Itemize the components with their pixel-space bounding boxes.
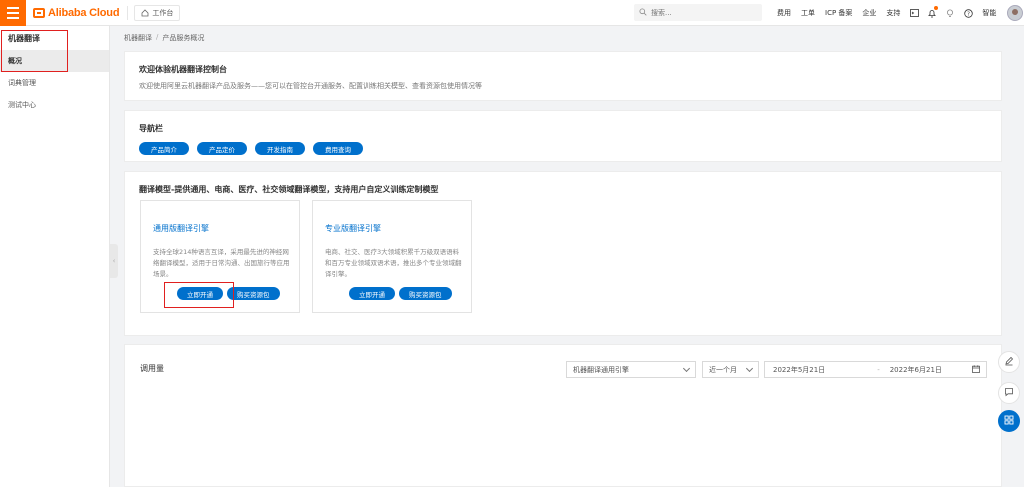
sidebar-item-test-center[interactable]: 测试中心 (0, 94, 109, 116)
engine-name: 通用版翻译引擎 (153, 224, 209, 233)
engine-description: 电商、社交、医疗3大领域积累千万级双语语料和百万专业领域双语术语，推出多个专业领… (325, 248, 462, 278)
brand-name: Alibaba Cloud (48, 6, 120, 19)
engine-actions: 立即开通 购买资源包 (349, 287, 452, 300)
sidebar-item-label: 测试中心 (8, 101, 36, 109)
brand-logo[interactable]: Alibaba Cloud (33, 6, 120, 19)
chevron-down-icon (745, 364, 754, 372)
notification-badge (934, 5, 939, 10)
calendar-icon[interactable] (972, 364, 980, 375)
welcome-title: 欢迎体验机器翻译控制台 (139, 65, 227, 74)
period-select[interactable]: 近一个月 (702, 361, 759, 378)
breadcrumb-root[interactable]: 机器翻译 (124, 33, 152, 43)
alibaba-cloud-logo-icon (33, 7, 45, 18)
welcome-card: 欢迎体验机器翻译控制台 欢迎使用阿里云机器翻译产品及服务——您可以在管控台开通服… (124, 51, 1002, 101)
activate-button[interactable]: 立即开通 (349, 287, 395, 300)
notification-bell-icon[interactable] (925, 5, 939, 18)
workbench-label: 工作台 (152, 8, 174, 17)
navigation-title: 导航栏 (139, 124, 163, 133)
nav-icp[interactable]: ICP 备案 (820, 8, 857, 18)
navigation-card: 导航栏 产品简介 产品定价 开发指南 费用查询 (124, 110, 1002, 162)
chat-button[interactable] (998, 382, 1020, 404)
grid-icon (1004, 415, 1014, 427)
fee-query-button[interactable]: 费用查询 (313, 142, 363, 155)
nav-fees[interactable]: 费用 (772, 8, 796, 18)
models-title: 翻译模型-提供通用、电商、医疗、社交领域翻译模型，支持用户自定义训练定制模型 (139, 185, 439, 194)
highlight-box-activate (164, 282, 234, 308)
apps-button[interactable] (998, 410, 1020, 432)
date-start[interactable]: 2022年5月21日 (773, 365, 825, 375)
header-divider (127, 5, 129, 20)
breadcrumb-separator: / (156, 33, 159, 41)
pencil-icon (1004, 356, 1014, 368)
search-icon (639, 7, 647, 18)
breadcrumb-current: 产品服务概况 (162, 34, 205, 42)
top-nav: 费用 工单 ICP 备案 企业 支持 ? 智能 (772, 0, 1024, 26)
chat-icon (1004, 387, 1014, 399)
chevron-down-icon (682, 364, 691, 372)
search-box[interactable] (634, 4, 762, 21)
terminal-icon[interactable] (907, 9, 921, 17)
buy-package-button[interactable]: 购买资源包 (227, 287, 280, 300)
nav-enterprise[interactable]: 企业 (857, 8, 881, 18)
svg-text:?: ? (967, 11, 970, 17)
home-icon (141, 8, 149, 17)
buy-package-button[interactable]: 购买资源包 (399, 287, 452, 300)
engine-select-value: 机器翻译通用引擎 (573, 365, 629, 374)
help-icon[interactable]: ? (961, 8, 975, 18)
product-intro-button[interactable]: 产品简介 (139, 142, 189, 155)
nav-support[interactable]: 支持 (881, 8, 905, 18)
menu-icon[interactable] (0, 0, 26, 26)
user-name[interactable]: 智能 (977, 8, 1001, 18)
product-pricing-button[interactable]: 产品定价 (197, 142, 247, 155)
engine-name: 专业版翻译引擎 (325, 224, 381, 233)
sidebar-item-label: 词典管理 (8, 79, 36, 87)
welcome-description: 欢迎使用阿里云机器翻译产品及服务——您可以在管控台开通服务、配置训练相关模型、查… (139, 82, 482, 90)
usage-title: 调用量 (140, 364, 164, 373)
lightbulb-icon[interactable] (943, 9, 957, 18)
avatar[interactable] (1007, 5, 1024, 21)
edit-feedback-button[interactable] (998, 351, 1020, 373)
dev-guide-button[interactable]: 开发指南 (255, 142, 305, 155)
chevron-left-icon: ‹ (112, 257, 116, 265)
sidebar: 机器翻译 概况 词典管理 测试中心 (0, 26, 110, 487)
period-select-value: 近一个月 (709, 365, 737, 374)
date-end[interactable]: 2022年6月21日 (890, 365, 942, 375)
sidebar-collapse-handle[interactable]: ‹ (110, 244, 118, 278)
nav-tickets[interactable]: 工单 (796, 8, 820, 18)
breadcrumb: 机器翻译 / 产品服务概况 (124, 33, 204, 43)
date-range-picker[interactable]: 2022年5月21日 - 2022年6月21日 (764, 361, 987, 378)
workbench-button[interactable]: 工作台 (134, 4, 181, 21)
highlight-box-sidebar (1, 30, 68, 72)
engine-description: 支持全球214种语言互译，采用最先进的神经网络翻译模型，适用于日常沟通、出国旅行… (153, 248, 290, 278)
search-input[interactable] (651, 8, 741, 17)
sidebar-item-dictionary[interactable]: 词典管理 (0, 72, 109, 94)
professional-engine-card: 专业版翻译引擎 电商、社交、医疗3大领域积累千万级双语语料和百万专业领域双语术语… (312, 200, 472, 313)
navigation-buttons: 产品简介 产品定价 开发指南 费用查询 (139, 142, 987, 155)
engine-select[interactable]: 机器翻译通用引擎 (566, 361, 696, 378)
date-separator: - (877, 365, 880, 374)
